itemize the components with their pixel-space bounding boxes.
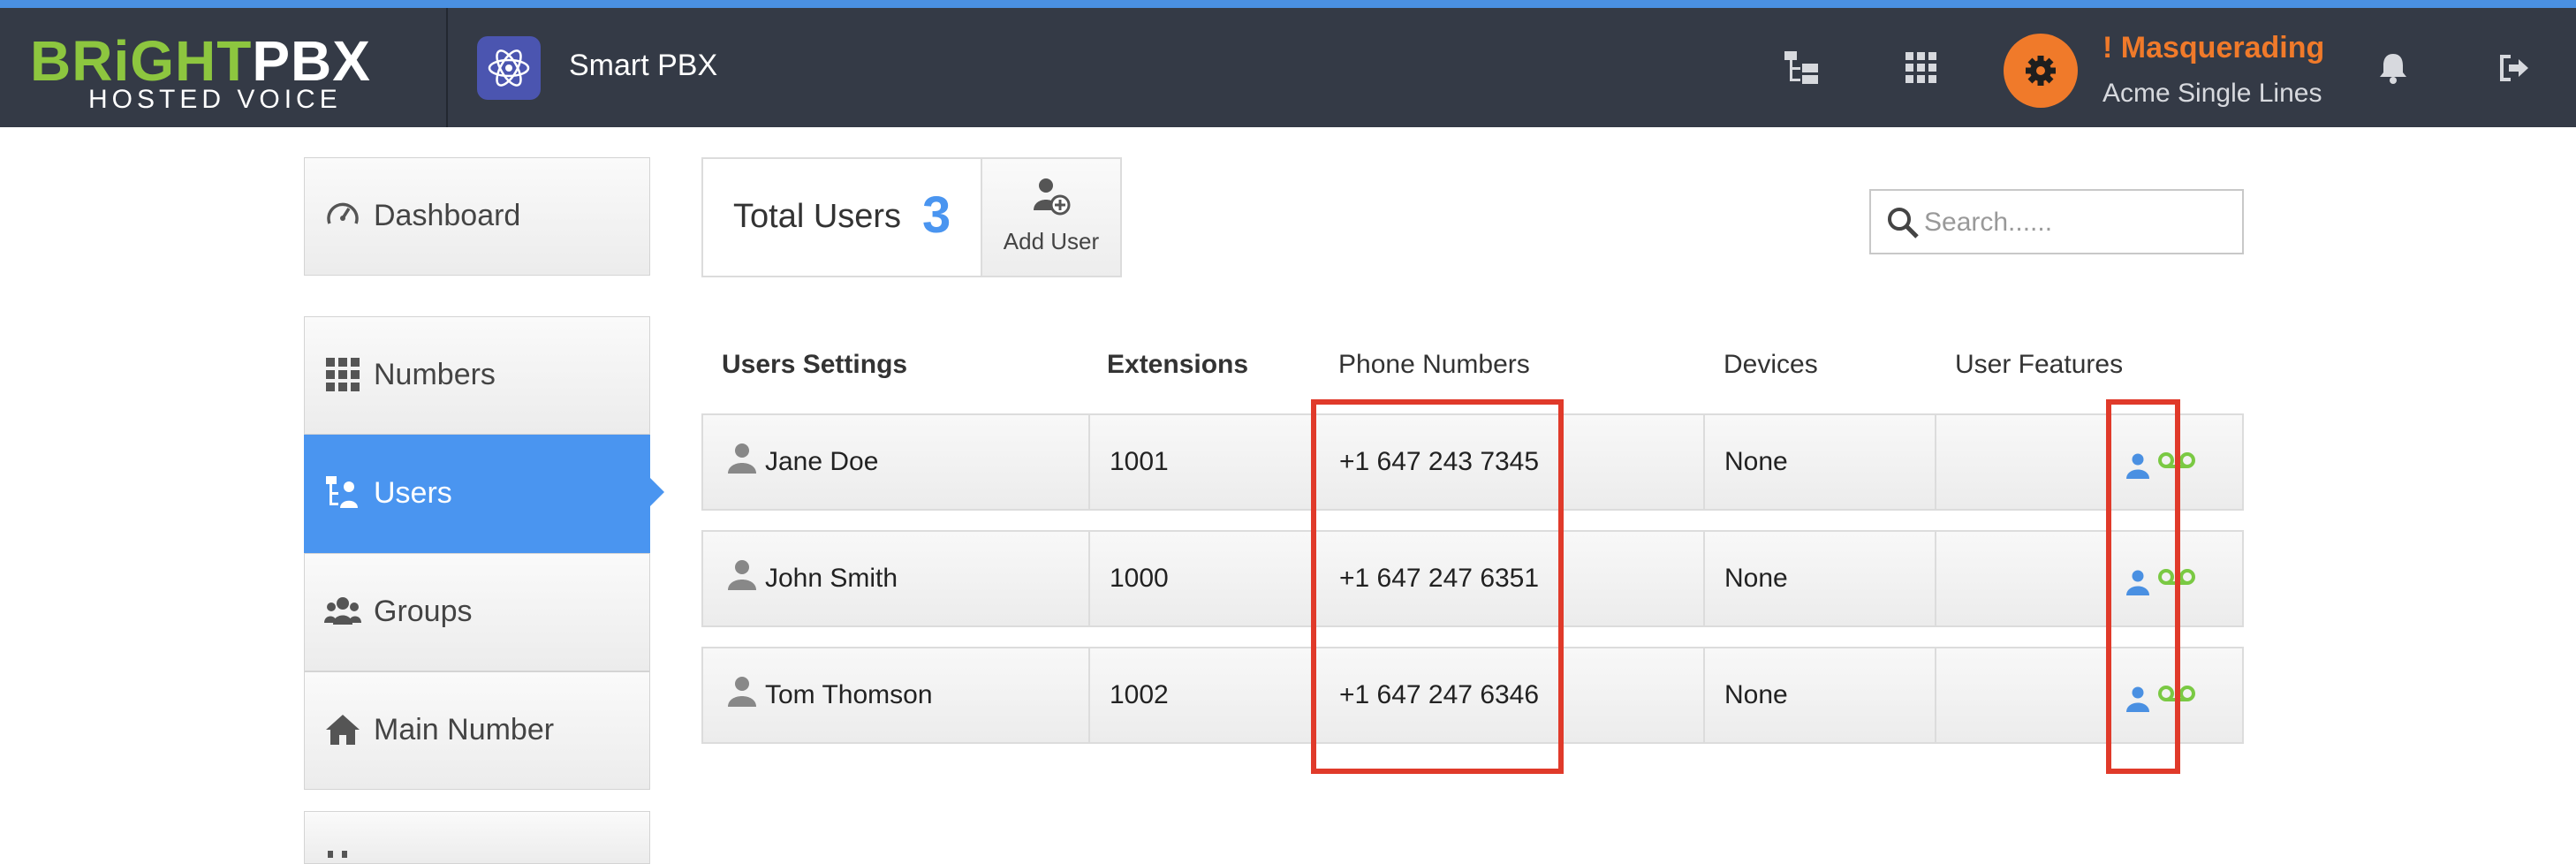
logo-wordmark: BRiGHTPBX — [30, 29, 371, 93]
masquerading-label: ! Masquerading — [2102, 31, 2325, 64]
devices-cell: None — [1703, 647, 1938, 744]
header-users-settings: Users Settings — [722, 350, 908, 379]
speedometer-icon — [327, 202, 359, 224]
masquerade-gear-button[interactable] — [2004, 34, 2078, 108]
header-divider — [446, 8, 448, 127]
top-header: BRiGHTPBX HOSTED VOICE Smart PBX ! Masqu… — [0, 8, 2576, 127]
sidebar-item-label: Numbers — [374, 358, 496, 391]
phone-numbers-highlight-box — [1311, 399, 1564, 774]
total-users-count: 3 — [922, 186, 951, 244]
devices-value: None — [1724, 447, 1788, 476]
user-features-highlight-box — [2106, 399, 2180, 774]
devices-cell: None — [1703, 530, 1938, 627]
extension-value: 1001 — [1110, 447, 1169, 476]
sidebar-item-users[interactable]: Users — [304, 435, 650, 553]
sidebar-item-dashboard[interactable]: Dashboard — [304, 157, 650, 276]
user-icon — [728, 443, 756, 474]
sidebar-item-label: Dashboard — [374, 199, 521, 232]
header-extensions: Extensions — [1107, 350, 1249, 379]
sidebar-item-main-number[interactable]: Main Number — [304, 671, 650, 790]
total-users-card: Total Users 3 — [701, 157, 982, 277]
logout-icon[interactable] — [2495, 48, 2535, 88]
callflow-tree-icon[interactable] — [1781, 48, 1822, 88]
devices-value: None — [1724, 564, 1788, 593]
sidebar-item-numbers[interactable]: Numbers — [304, 316, 650, 435]
search-input[interactable] — [1922, 198, 2235, 247]
add-user-label: Add User — [1003, 228, 1100, 254]
search-box[interactable] — [1869, 189, 2244, 254]
header-phone-numbers: Phone Numbers — [1338, 350, 1530, 379]
atom-icon — [488, 49, 530, 87]
user-icon — [728, 560, 756, 590]
devices-value: None — [1724, 680, 1788, 709]
gear-icon — [2026, 56, 2056, 86]
sidebar-item-label: Groups — [374, 595, 473, 628]
user-name-cell[interactable]: John Smith — [701, 530, 1090, 627]
partial-menu-icon — [328, 851, 347, 858]
logo-tagline: HOSTED VOICE — [88, 85, 342, 114]
bell-icon[interactable] — [2373, 48, 2413, 88]
add-user-icon — [1034, 178, 1071, 216]
user-features-cell — [1935, 530, 2244, 627]
users-callflow-icon — [326, 476, 358, 508]
extension-value: 1002 — [1110, 680, 1169, 709]
app-title: Smart PBX — [569, 49, 718, 82]
extension-value: 1000 — [1110, 564, 1169, 593]
sidebar-item-groups[interactable]: Groups — [304, 553, 650, 671]
grid-icon — [326, 358, 360, 391]
user-name: Jane Doe — [765, 447, 879, 476]
user-name-cell[interactable]: Tom Thomson — [701, 647, 1090, 744]
user-name: Tom Thomson — [765, 680, 933, 709]
top-accent-bar — [0, 0, 2576, 8]
masquerade-account-name: Acme Single Lines — [2102, 79, 2322, 108]
groups-icon — [324, 597, 361, 625]
home-icon — [326, 715, 360, 745]
active-indicator-arrow — [650, 478, 664, 506]
user-features-cell — [1935, 413, 2244, 511]
user-features-cell — [1935, 647, 2244, 744]
header-devices: Devices — [1724, 350, 1818, 379]
search-icon — [1888, 208, 1919, 239]
sidebar-item-label: Main Number — [374, 713, 555, 747]
user-name: John Smith — [765, 564, 898, 593]
sidebar-item-label: Users — [374, 476, 452, 510]
devices-cell: None — [1703, 413, 1938, 511]
total-users-label: Total Users — [733, 198, 902, 235]
sidebar-item-partial[interactable] — [304, 811, 650, 864]
brightpbx-logo[interactable]: BRiGHTPBX HOSTED VOICE — [30, 30, 398, 118]
add-user-button[interactable]: Add User — [981, 157, 1122, 277]
user-name-cell[interactable]: Jane Doe — [701, 413, 1090, 511]
smart-pbx-app-icon[interactable] — [477, 36, 541, 100]
user-icon — [728, 677, 756, 707]
header-user-features: User Features — [1955, 350, 2124, 379]
apps-grid-icon[interactable] — [1901, 48, 1942, 88]
